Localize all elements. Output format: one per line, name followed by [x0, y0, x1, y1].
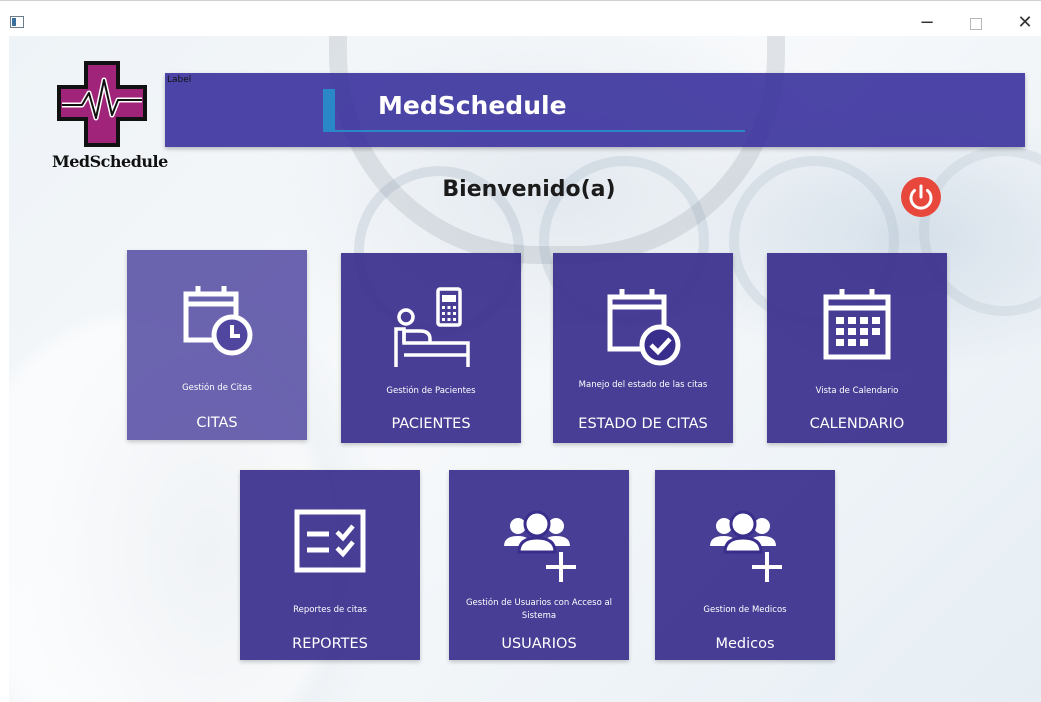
tile-citas[interactable]: Gestión de Citas CITAS [127, 250, 307, 440]
tile-description: Manejo del estado de las citas [578, 380, 708, 390]
users-add-icon [710, 510, 782, 582]
tile-description: Gestión de Citas [182, 383, 252, 393]
calendar-grid-icon [823, 289, 891, 360]
patient-bed-icon [394, 287, 470, 367]
main-content: MedSchedule Label MedSchedule Bienvenido… [9, 36, 1041, 702]
close-button[interactable]: ✕ [1010, 11, 1040, 35]
tile-description: Vista de Calendario [815, 386, 899, 396]
header-accent-bar [323, 89, 335, 132]
power-icon [909, 184, 933, 210]
tile-title: Medicos [715, 636, 775, 652]
tile-reportes[interactable]: Reportes de citas REPORTES [240, 470, 420, 660]
tile-title: ESTADO DE CITAS [578, 416, 708, 432]
header-underline [335, 130, 745, 132]
header-title: MedSchedule [378, 91, 567, 120]
calendar-clock-icon [183, 286, 253, 356]
tile-title: REPORTES [292, 636, 368, 652]
tile-description: Gestión de Pacientes [386, 386, 476, 396]
tile-medicos[interactable]: Gestion de Medicos Medicos [655, 470, 835, 660]
header-banner: Label MedSchedule [165, 73, 1025, 147]
tile-title: USUARIOS [501, 636, 577, 652]
users-add-icon [504, 510, 576, 582]
tile-description: Gestión de Usuarios con Acceso al Sistem… [465, 598, 613, 621]
tile-usuarios[interactable]: Gestión de Usuarios con Acceso al Sistem… [449, 470, 629, 660]
minimize-button[interactable]: − [912, 11, 942, 35]
maximize-icon [970, 17, 982, 30]
calendar-check-icon [607, 289, 681, 366]
checklist-icon [294, 509, 366, 573]
logo-text: MedSchedule [52, 152, 168, 171]
header-label: Label [167, 75, 192, 85]
power-button[interactable] [901, 177, 941, 217]
tile-calendario[interactable]: Vista de Calendario CALENDARIO [767, 253, 947, 443]
tile-title: PACIENTES [391, 416, 471, 432]
welcome-text: Bienvenido(a) [442, 177, 616, 202]
tile-estado-de-citas[interactable]: Manejo del estado de las citas ESTADO DE… [553, 253, 733, 443]
tile-description: Reportes de citas [293, 605, 367, 615]
tile-description: Gestion de Medicos [703, 605, 787, 615]
medical-cross-heartbeat-icon [57, 61, 147, 147]
title-bar: − ✕ [0, 0, 1041, 37]
tile-title: CALENDARIO [809, 416, 905, 432]
logo: MedSchedule [52, 60, 168, 178]
tile-title: CITAS [196, 415, 238, 431]
app-icon [10, 16, 24, 28]
tile-pacientes[interactable]: Gestión de Pacientes PACIENTES [341, 253, 521, 443]
maximize-button[interactable] [961, 11, 991, 35]
